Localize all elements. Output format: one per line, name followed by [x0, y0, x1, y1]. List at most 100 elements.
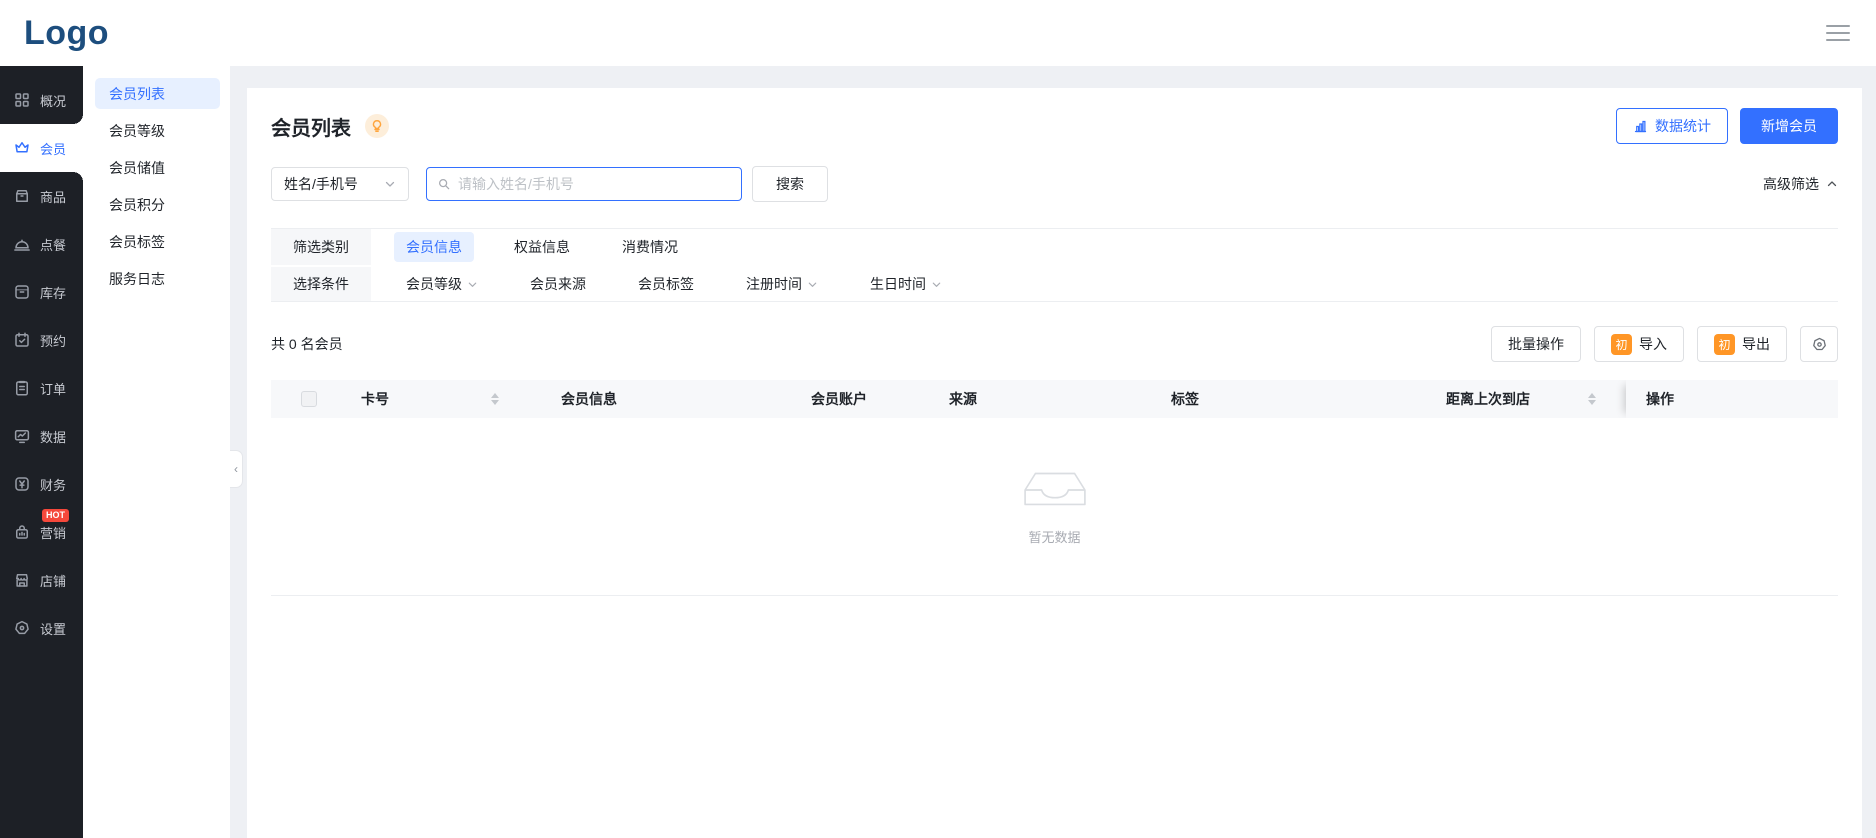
storefront-icon: [13, 571, 31, 589]
column-settings-button[interactable]: [1800, 326, 1838, 362]
chevron-down-icon: [467, 279, 478, 290]
filter-member-source[interactable]: 会员来源: [530, 274, 586, 294]
beginner-badge: 初: [1714, 334, 1735, 355]
top-header: Logo: [0, 0, 1876, 66]
sidebar-item-marketing[interactable]: 营销 HOT: [0, 508, 83, 556]
sidebar-item-shop[interactable]: 店铺: [0, 556, 83, 604]
cloche-icon: [13, 235, 31, 253]
chevron-down-icon: [931, 279, 942, 290]
filter-category-row: 筛选类别 会员信息 权益信息 消费情况: [271, 229, 1838, 265]
sort-icon[interactable]: [491, 393, 499, 405]
submenu-item-member-level[interactable]: 会员等级: [95, 115, 220, 146]
sidebar-item-settings[interactable]: 设置: [0, 604, 83, 652]
inventory-icon: [13, 283, 31, 301]
title-row: 会员列表 数据统计 新增会员: [271, 88, 1838, 148]
chevron-down-icon: [384, 178, 396, 190]
add-member-button[interactable]: 新增会员: [1740, 108, 1838, 144]
grid-icon: [13, 91, 31, 109]
beginner-badge: 初: [1611, 334, 1632, 355]
filter-member-tags[interactable]: 会员标签: [638, 274, 694, 294]
sidebar-item-data[interactable]: 数据: [0, 412, 83, 460]
filter-category-options: 会员信息 权益信息 消费情况: [371, 229, 678, 265]
filter-panel: 筛选类别 会员信息 权益信息 消费情况 选择条件 会员等级: [271, 228, 1838, 302]
box-icon: [13, 187, 31, 205]
logo: Logo: [24, 14, 109, 53]
column-card-number[interactable]: 卡号: [361, 389, 561, 409]
clipboard-icon: [13, 379, 31, 397]
submenu: 会员列表 会员等级 会员储值 会员积分 会员标签 服务日志 ‹: [83, 66, 230, 838]
search-box: [426, 167, 742, 201]
empty-box-icon: [1022, 468, 1088, 517]
sidebar-item-products[interactable]: 商品: [0, 172, 83, 220]
bar-chart-icon: [1633, 119, 1648, 134]
chevron-down-icon: [807, 279, 818, 290]
search-row: 姓名/手机号 搜索 高级筛选: [271, 166, 1838, 202]
sidebar-item-overview[interactable]: 概况: [0, 76, 83, 124]
shop-bag-icon: [13, 523, 31, 541]
submenu-item-service-log[interactable]: 服务日志: [95, 263, 220, 294]
table-header: 卡号 会员信息 会员账户 来源 标签 距离上次到店 是否绑定 操作: [271, 380, 1838, 418]
app: Logo 概况 会员 商品 点餐 库存: [0, 0, 1876, 838]
member-count: 共 0 名会员: [271, 334, 343, 354]
filter-birthday-time-dropdown[interactable]: 生日时间: [870, 274, 942, 294]
submenu-item-member-stored-value[interactable]: 会员储值: [95, 152, 220, 183]
empty-text: 暂无数据: [1028, 527, 1080, 546]
filter-condition-options: 会员等级 会员来源 会员标签 注册时间 生日时间: [371, 267, 942, 301]
body-shell: 概况 会员 商品 点餐 库存 预约: [0, 66, 1876, 838]
column-actions: 操作: [1626, 380, 1838, 418]
member-table: 卡号 会员信息 会员账户 来源 标签 距离上次到店 是否绑定 操作: [271, 380, 1838, 596]
gear-icon: [1811, 336, 1828, 353]
toolbar-actions: 批量操作 初 导入 初 导出: [1491, 326, 1838, 362]
advanced-filter-toggle[interactable]: 高级筛选: [1763, 174, 1838, 194]
page-title: 会员列表: [271, 112, 351, 141]
submenu-item-member-list[interactable]: 会员列表: [95, 78, 220, 109]
sidebar-collapse-handle[interactable]: ‹: [230, 450, 243, 488]
calendar-check-icon: [13, 331, 31, 349]
monitor-chart-icon: [13, 427, 31, 445]
filter-tab-rights-info[interactable]: 权益信息: [514, 237, 570, 257]
filter-tab-consumption[interactable]: 消费情况: [622, 237, 678, 257]
title-actions: 数据统计 新增会员: [1616, 108, 1838, 144]
toolbar-row: 共 0 名会员 批量操作 初 导入 初 导出: [271, 326, 1838, 362]
submenu-item-member-tags[interactable]: 会员标签: [95, 226, 220, 257]
chevron-up-icon: [1826, 178, 1838, 190]
column-member-info: 会员信息: [561, 389, 811, 409]
content-card: 会员列表 数据统计 新增会员 姓名/手机号: [247, 88, 1862, 838]
hamburger-menu-icon[interactable]: [1826, 25, 1850, 41]
column-source: 来源: [949, 389, 1171, 409]
data-stats-button[interactable]: 数据统计: [1616, 108, 1728, 144]
search-input[interactable]: [458, 176, 731, 192]
tip-lightbulb-icon[interactable]: [365, 114, 389, 138]
sidebar-item-inventory[interactable]: 库存: [0, 268, 83, 316]
import-button[interactable]: 初 导入: [1594, 326, 1684, 362]
submenu-item-member-points[interactable]: 会员积分: [95, 189, 220, 220]
filter-condition-row: 选择条件 会员等级 会员来源 会员标签 注册时间: [271, 265, 1838, 301]
search-field-select[interactable]: 姓名/手机号: [271, 167, 409, 201]
batch-actions-button[interactable]: 批量操作: [1491, 326, 1581, 362]
sidebar-item-reservation[interactable]: 预约: [0, 316, 83, 364]
sort-icon[interactable]: [1588, 393, 1596, 405]
search-button[interactable]: 搜索: [752, 166, 828, 202]
sidebar-item-ordering[interactable]: 点餐: [0, 220, 83, 268]
empty-state: 暂无数据: [271, 418, 1838, 596]
sidebar: 概况 会员 商品 点餐 库存 预约: [0, 66, 83, 838]
select-all-checkbox[interactable]: [301, 391, 317, 407]
search-icon: [437, 177, 451, 191]
column-tags: 标签: [1171, 389, 1446, 409]
main-content: 会员列表 数据统计 新增会员 姓名/手机号: [230, 66, 1876, 838]
sidebar-item-members[interactable]: 会员: [0, 124, 83, 172]
hot-badge: HOT: [42, 509, 69, 522]
filter-register-time-dropdown[interactable]: 注册时间: [746, 274, 818, 294]
crown-icon: [13, 139, 31, 157]
filter-category-label: 筛选类别: [271, 229, 371, 265]
column-member-account: 会员账户: [811, 389, 949, 409]
gear-icon: [13, 619, 31, 637]
export-button[interactable]: 初 导出: [1697, 326, 1787, 362]
select-all-cell: [271, 391, 361, 407]
yen-square-icon: [13, 475, 31, 493]
sidebar-item-finance[interactable]: 财务: [0, 460, 83, 508]
filter-condition-label: 选择条件: [271, 267, 371, 301]
filter-member-level-dropdown[interactable]: 会员等级: [406, 274, 478, 294]
sidebar-item-orders[interactable]: 订单: [0, 364, 83, 412]
filter-tab-member-info[interactable]: 会员信息: [394, 232, 474, 262]
